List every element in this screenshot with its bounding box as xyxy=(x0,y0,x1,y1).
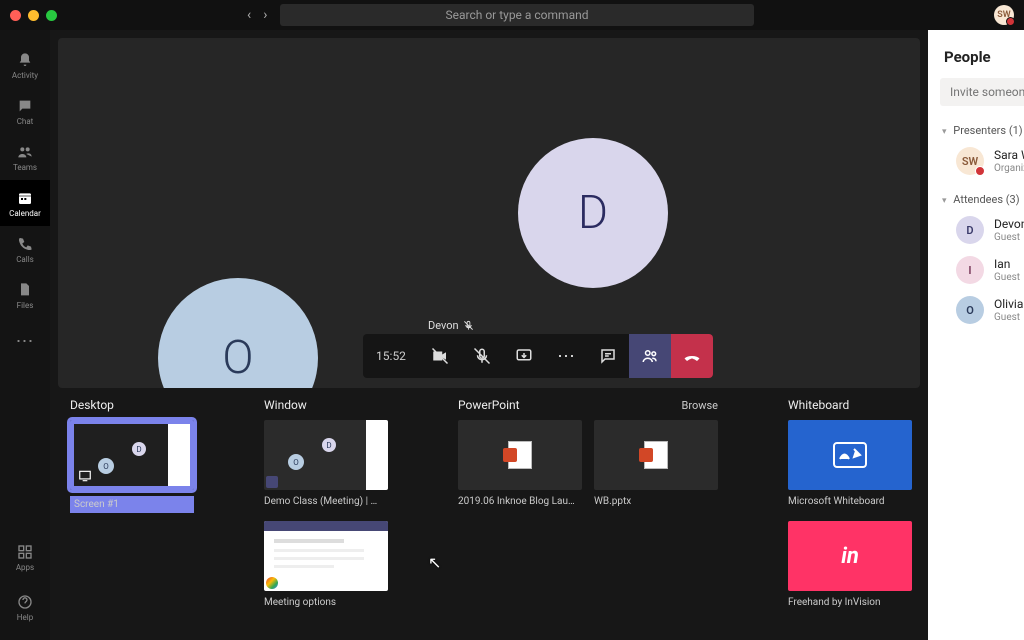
participant-olivia[interactable]: O OliviaGuest xyxy=(942,290,1024,330)
files-icon xyxy=(16,281,34,299)
browse-link[interactable]: Browse xyxy=(681,399,718,412)
people-toggle[interactable] xyxy=(629,334,671,378)
share-toggle[interactable] xyxy=(503,334,545,378)
rail-activity[interactable]: Activity xyxy=(0,42,50,88)
more-actions[interactable]: ⋯ xyxy=(545,334,587,378)
share-tray: Desktop D O Screen #1 xyxy=(50,388,928,640)
window-controls xyxy=(10,10,57,21)
forward-button[interactable]: › xyxy=(263,7,267,23)
powerpoint-file-icon xyxy=(644,441,668,469)
share-window-section: Window D O Demo Class (Meeting) | … xyxy=(264,398,388,608)
desktop-heading: Desktop xyxy=(70,398,194,412)
whiteboard-icon xyxy=(832,441,868,469)
avatar: SW xyxy=(956,147,984,175)
participant-sara[interactable]: SW Sara Wanasek Organizer xyxy=(942,141,1024,181)
search-input[interactable]: Search or type a command xyxy=(280,4,754,26)
people-title: People xyxy=(944,48,991,66)
share-ppt-wb[interactable]: WB.pptx xyxy=(594,420,718,507)
teams-app-icon xyxy=(266,476,278,488)
rail-files[interactable]: Files xyxy=(0,272,50,318)
calendar-icon xyxy=(16,189,34,207)
participant-devon[interactable]: D DevonGuest xyxy=(942,210,1024,250)
hang-up-button[interactable] xyxy=(671,334,713,378)
share-window-demo-class[interactable]: D O Demo Class (Meeting) | … xyxy=(264,420,388,507)
rail-help[interactable]: Help xyxy=(0,584,50,630)
rail-teams[interactable]: Teams xyxy=(0,134,50,180)
call-timer: 15:52 xyxy=(363,334,419,378)
help-icon xyxy=(16,593,34,611)
rail-apps[interactable]: Apps xyxy=(0,534,50,580)
avatar: O xyxy=(956,296,984,324)
share-whiteboard-section: Whiteboard Microsoft Whiteboard in Freeh… xyxy=(788,398,912,608)
close-window-button[interactable] xyxy=(10,10,21,21)
mic-toggle[interactable] xyxy=(461,334,503,378)
whiteboard-heading: Whiteboard xyxy=(788,398,912,412)
participant-ian[interactable]: I IanGuest xyxy=(942,250,1024,290)
rail-chat[interactable]: Chat xyxy=(0,88,50,134)
chrome-app-icon xyxy=(266,577,278,589)
powerpoint-heading: PowerPoint xyxy=(458,398,520,412)
back-button[interactable]: ‹ xyxy=(247,7,251,23)
share-powerpoint-section: PowerPoint Browse 2019.06 Inknoe Blog La… xyxy=(458,398,718,608)
attendees-toggle[interactable]: ▾ Attendees (3) xyxy=(942,193,1020,206)
participant-avatar-devon: D xyxy=(518,138,668,288)
profile-avatar[interactable]: SW xyxy=(994,5,1014,25)
call-controls: 15:52 ⋯ xyxy=(363,334,713,378)
participant-avatar-olivia: O xyxy=(158,278,318,388)
meeting-stage: D O Devon 15:52 ⋯ xyxy=(58,38,920,388)
rail-more[interactable]: ⋯ xyxy=(0,318,50,364)
titlebar: ‹ › Search or type a command SW xyxy=(0,0,1024,30)
minimize-window-button[interactable] xyxy=(28,10,39,21)
powerpoint-file-icon xyxy=(508,441,532,469)
people-panel: People ✕ ▾ Presenters (1) Mute all SW Sa… xyxy=(928,30,1024,640)
zoom-window-button[interactable] xyxy=(46,10,57,21)
teams-icon xyxy=(16,143,34,161)
mic-off-icon xyxy=(463,320,474,331)
rail-calendar[interactable]: Calendar xyxy=(0,180,50,226)
share-screen-1[interactable]: D O Screen #1 xyxy=(70,420,194,513)
camera-toggle[interactable] xyxy=(419,334,461,378)
invision-icon: in xyxy=(841,544,859,569)
invite-input[interactable] xyxy=(940,78,1024,106)
share-desktop-section: Desktop D O Screen #1 xyxy=(70,398,194,608)
avatar: D xyxy=(956,216,984,244)
share-microsoft-whiteboard[interactable]: Microsoft Whiteboard xyxy=(788,420,912,507)
phone-icon xyxy=(16,235,34,253)
share-ppt-inknoe[interactable]: 2019.06 Inknoe Blog Lau… xyxy=(458,420,582,507)
presenters-toggle[interactable]: ▾ Presenters (1) xyxy=(942,124,1023,137)
window-heading: Window xyxy=(264,398,388,412)
chat-toggle[interactable] xyxy=(587,334,629,378)
search-placeholder: Search or type a command xyxy=(445,8,588,22)
apps-icon xyxy=(16,543,34,561)
share-window-meeting-options[interactable]: Meeting options xyxy=(264,521,388,608)
bell-icon xyxy=(16,51,34,69)
share-icon xyxy=(78,469,92,483)
share-freehand-invision[interactable]: in Freehand by InVision xyxy=(788,521,912,608)
speaking-indicator: Devon xyxy=(428,319,474,332)
chat-icon xyxy=(16,97,34,115)
more-icon: ⋯ xyxy=(16,331,35,352)
rail-calls[interactable]: Calls xyxy=(0,226,50,272)
avatar: I xyxy=(956,256,984,284)
app-rail: Activity Chat Teams Calendar Calls Files… xyxy=(0,30,50,640)
